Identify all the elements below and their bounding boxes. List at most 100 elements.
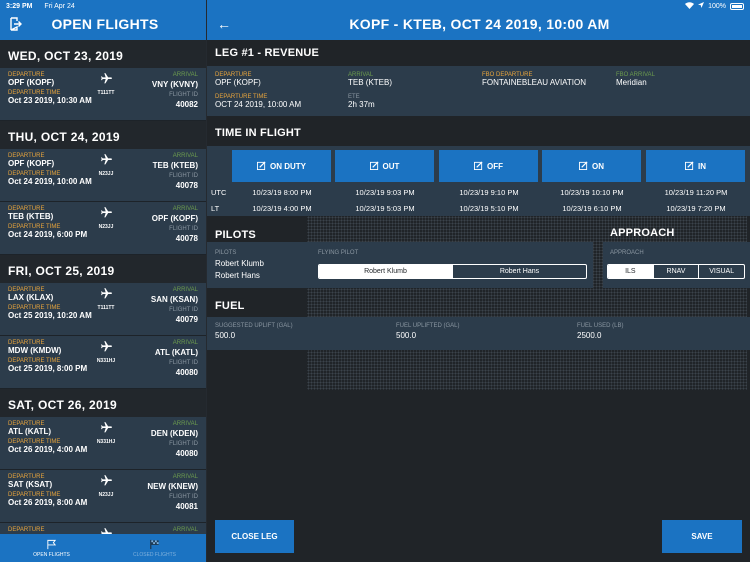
pilot-name-1: Robert Klumb xyxy=(215,259,264,268)
departure-value: OPF (KOPF) xyxy=(215,78,261,87)
status-bar: 3:29 PM Fri Apr 24 100% xyxy=(0,0,750,12)
close-leg-button[interactable]: CLOSE LEG xyxy=(215,520,294,553)
arrival-label: ARRIVAL xyxy=(172,153,198,159)
arrival-value: TEB (KTEB) xyxy=(348,78,393,87)
tab-open-flights[interactable]: OPEN FLIGHTS xyxy=(0,534,103,562)
status-date: Fri Apr 24 xyxy=(44,2,75,10)
arrival-label: ARRIVAL xyxy=(172,527,198,533)
flight-card[interactable]: DEPARTURE SAT (KSAT) DEPARTURE TIME Oct 26 … xyxy=(0,470,206,523)
flight-card[interactable]: DEPARTURE ATL (KATL) DEPARTURE TIME Oct 26 … xyxy=(0,417,206,470)
arrival-value: OPF (KOPF) xyxy=(151,214,198,223)
tail-number: N331HJ xyxy=(96,439,116,445)
plane-icon: T111TT xyxy=(95,72,117,96)
flight-id-label: FLIGHT ID xyxy=(169,226,198,232)
edit-icon xyxy=(579,160,592,172)
utc-label: UTC xyxy=(211,188,227,197)
flag-icon xyxy=(47,539,57,549)
lt-label: LT xyxy=(211,204,220,213)
time-button-label: OUT xyxy=(382,161,400,171)
flight-card[interactable]: DEPARTURE OPF (KOPF) DEPARTURE TIME Oct 23 … xyxy=(0,68,206,121)
time-button-on-duty[interactable]: ON DUTY xyxy=(232,150,331,182)
time-button-label: OFF xyxy=(487,161,503,171)
logout-icon[interactable] xyxy=(8,17,22,31)
tab-closed-flights[interactable]: CLOSED FLIGHTS xyxy=(103,534,206,562)
fuel-uplifted-value[interactable]: 500.0 xyxy=(396,331,459,340)
fuel-card: SUGGESTED UPLIFT (GAL) 500.0 FUEL UPLIFT… xyxy=(207,317,750,350)
arrival-label: ARRIVAL xyxy=(172,287,198,293)
utc-time-value: 10/23/19 10:10 PM xyxy=(560,188,624,197)
time-button-off[interactable]: OFF xyxy=(439,150,538,182)
flying-pilot-option-2[interactable]: Robert Hans xyxy=(453,265,586,278)
flying-pilot-selector: Robert Klumb Robert Hans xyxy=(318,264,587,279)
fbo-departure-value: FONTAINEBLEAU AVIATION xyxy=(482,78,587,87)
arrival-value: TEB (KTEB) xyxy=(152,161,198,170)
flight-id-value: 40079 xyxy=(175,315,198,324)
tail-number: T111TT xyxy=(97,305,115,311)
time-button-on[interactable]: ON xyxy=(542,150,641,182)
tab-bar: OPEN FLIGHTS CLOSED FLIGHTS xyxy=(0,534,206,562)
day-header: THU, OCT 24, 2019 xyxy=(0,121,206,149)
lt-time-value: 10/23/19 7:20 PM xyxy=(666,204,726,213)
tail-number: N331HJ xyxy=(96,358,116,364)
plane-icon: N331HJ xyxy=(95,340,117,364)
plane-icon: T111TT xyxy=(95,287,117,311)
save-button[interactable]: SAVE xyxy=(662,520,742,553)
time-button-in[interactable]: IN xyxy=(646,150,745,182)
time-in-flight-heading: TIME IN FLIGHT xyxy=(215,127,301,139)
arrival-value: SAN (KSAN) xyxy=(150,295,198,304)
checkered-flag-icon xyxy=(150,539,159,549)
tail-number: N23JJ xyxy=(98,171,114,177)
ete-value: 2h 37m xyxy=(348,100,375,109)
suggested-uplift-label: SUGGESTED UPLIFT (GAL) xyxy=(215,323,293,329)
flying-pilot-label: FLYING PILOT xyxy=(318,250,359,256)
plane-icon: N23JJ xyxy=(95,474,117,498)
approach-option-rnav[interactable]: RNAV xyxy=(654,265,700,278)
arrival-label: ARRIVAL xyxy=(172,474,198,480)
utc-time-value: 10/23/19 9:10 PM xyxy=(459,188,519,197)
fuel-used-label: FUEL USED (LB) xyxy=(577,323,624,329)
tab-closed-label: CLOSED FLIGHTS xyxy=(132,551,177,558)
battery-label: 100% xyxy=(708,2,726,10)
flight-card[interactable]: DEPARTURE TEB (KTEB) DEPARTURE TIME Oct 24 … xyxy=(0,202,206,255)
utc-row: UTC 10/23/19 8:00 PM 10/23/19 9:03 PM 10/2… xyxy=(207,188,750,202)
approach-option-ils[interactable]: ILS xyxy=(608,265,654,278)
arrival-label: ARRIVAL xyxy=(172,340,198,346)
approach-card: APPROACH ILS RNAV VISUAL xyxy=(603,242,750,288)
arrival-label: ARRIVAL xyxy=(172,72,198,78)
departure-time-value: OCT 24 2019, 10:00 AM xyxy=(215,100,302,109)
flight-id-label: FLIGHT ID xyxy=(169,441,198,447)
flight-id-label: FLIGHT ID xyxy=(169,92,198,98)
left-title: OPEN FLIGHTS xyxy=(51,16,159,32)
tail-number: N23JJ xyxy=(98,492,114,498)
lt-time-value: 10/23/19 4:00 PM xyxy=(252,204,312,213)
lt-time-value: 10/23/19 5:03 PM xyxy=(355,204,415,213)
flight-id-label: FLIGHT ID xyxy=(169,360,198,366)
flight-card[interactable]: DEPARTURE OPF (KOPF) DEPARTURE TIME Oct 24 … xyxy=(0,149,206,202)
arrival-value: VNY (KVNY) xyxy=(151,80,198,89)
utc-time-value: 10/23/19 11:20 PM xyxy=(664,188,728,197)
suggested-uplift-value[interactable]: 500.0 xyxy=(215,331,293,340)
plane-icon: N331HJ xyxy=(95,421,117,445)
back-arrow-icon[interactable]: ← xyxy=(217,16,231,32)
pilot-name-2: Robert Hans xyxy=(215,271,260,280)
time-button-label: ON DUTY xyxy=(270,161,306,171)
flight-card[interactable]: DEPARTURE LAX (KLAX) DEPARTURE TIME Oct 25 … xyxy=(0,283,206,336)
flying-pilot-option-1[interactable]: Robert Klumb xyxy=(319,265,453,278)
arrival-label: ARRIVAL xyxy=(172,421,198,427)
fuel-uplifted-label: FUEL UPLIFTED (GAL) xyxy=(396,323,460,329)
approach-selector: ILS RNAV VISUAL xyxy=(607,264,745,279)
pilots-label: PILOTS xyxy=(215,250,237,256)
day-header: FRI, OCT 25, 2019 xyxy=(0,255,206,283)
flight-card[interactable]: DEPARTURE MDW (KMDW) DEPARTURE TIME Oct 25 … xyxy=(0,336,206,389)
flight-id-value: 40082 xyxy=(175,100,198,109)
arrival-label: ARRIVAL xyxy=(172,206,198,212)
day-header: WED, OCT 23, 2019 xyxy=(0,40,206,68)
open-flights-panel: OPEN FLIGHTS WED, OCT 23, 2019 DEPARTURE O… xyxy=(0,0,206,562)
utc-time-value: 10/23/19 8:00 PM xyxy=(252,188,312,197)
lt-time-value: 10/23/19 5:10 PM xyxy=(459,204,519,213)
time-button-out[interactable]: OUT xyxy=(335,150,434,182)
approach-option-visual[interactable]: VISUAL xyxy=(699,265,744,278)
fuel-heading: FUEL xyxy=(215,300,245,312)
fuel-used-value[interactable]: 2500.0 xyxy=(577,331,623,340)
leg-info-card: DEPARTURE OPF (KOPF) ARRIVAL TEB (KTEB) … xyxy=(207,66,750,116)
